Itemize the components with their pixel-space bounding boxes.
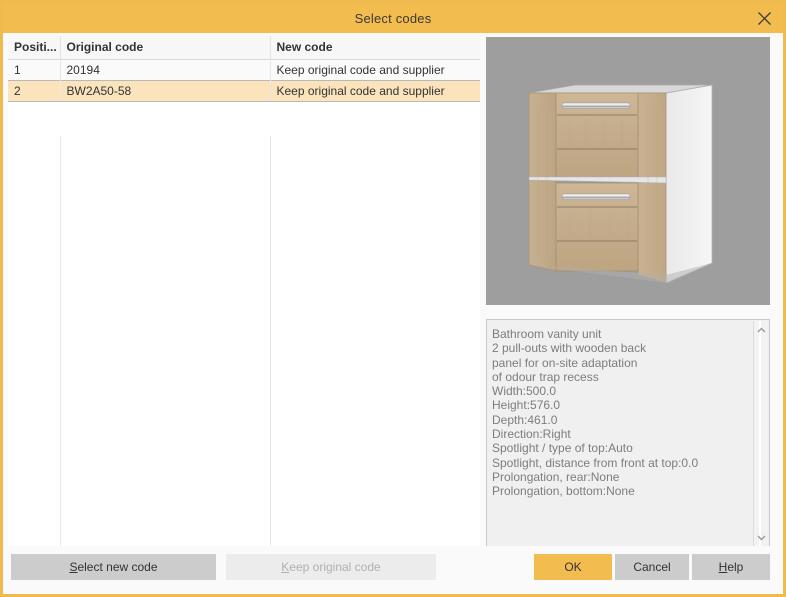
column-header-new-code[interactable]: New code: [270, 36, 480, 60]
dialog-button-bar: Select new code Keep original code OK Ca…: [3, 546, 783, 594]
keep-original-code-label-rest: eep original code: [289, 560, 380, 574]
codes-table-panel[interactable]: Positi... Original code New code 1 20194…: [8, 36, 480, 549]
column-divider-1: [60, 136, 61, 549]
ok-button[interactable]: OK: [534, 554, 612, 580]
chevron-down-icon[interactable]: [754, 530, 768, 544]
product-description-text: Bathroom vanity unit 2 pull-outs with wo…: [487, 320, 753, 547]
table-row-selected[interactable]: 2 BW2A50-58 Keep original code and suppl…: [8, 81, 480, 102]
product-3d-render-icon: [486, 37, 770, 305]
product-preview[interactable]: [486, 37, 770, 305]
cell-original-code: 20194: [60, 60, 270, 81]
cell-position: 2: [8, 81, 60, 102]
dialog-title: Select codes: [355, 11, 432, 26]
chevron-up-icon[interactable]: [754, 323, 768, 337]
cell-position: 1: [8, 60, 60, 81]
help-label-rest: elp: [727, 560, 743, 574]
table-row[interactable]: 1 20194 Keep original code and supplier: [8, 60, 480, 81]
scrollbar-track[interactable]: [759, 321, 761, 546]
table-empty-area: [8, 136, 480, 549]
help-button[interactable]: Help: [692, 554, 770, 580]
table-header-row: Positi... Original code New code: [8, 36, 480, 60]
select-codes-dialog: Select codes Positi... Original code: [0, 0, 786, 597]
description-scrollbar[interactable]: [753, 321, 768, 546]
column-header-position[interactable]: Positi...: [8, 36, 60, 60]
select-new-code-label-rest: elect new code: [77, 560, 157, 574]
keep-original-code-button: Keep original code: [226, 554, 436, 580]
close-icon[interactable]: [753, 7, 775, 29]
codes-table: Positi... Original code New code 1 20194…: [8, 36, 480, 102]
column-divider-2: [270, 136, 271, 549]
product-description-box[interactable]: Bathroom vanity unit 2 pull-outs with wo…: [486, 319, 770, 548]
dialog-titlebar: Select codes: [3, 3, 783, 33]
select-new-code-button[interactable]: Select new code: [11, 554, 216, 580]
column-header-original-code[interactable]: Original code: [60, 36, 270, 60]
cell-new-code: Keep original code and supplier: [270, 60, 480, 81]
cell-new-code: Keep original code and supplier: [270, 81, 480, 102]
cancel-button[interactable]: Cancel: [615, 554, 689, 580]
cell-original-code: BW2A50-58: [60, 81, 270, 102]
